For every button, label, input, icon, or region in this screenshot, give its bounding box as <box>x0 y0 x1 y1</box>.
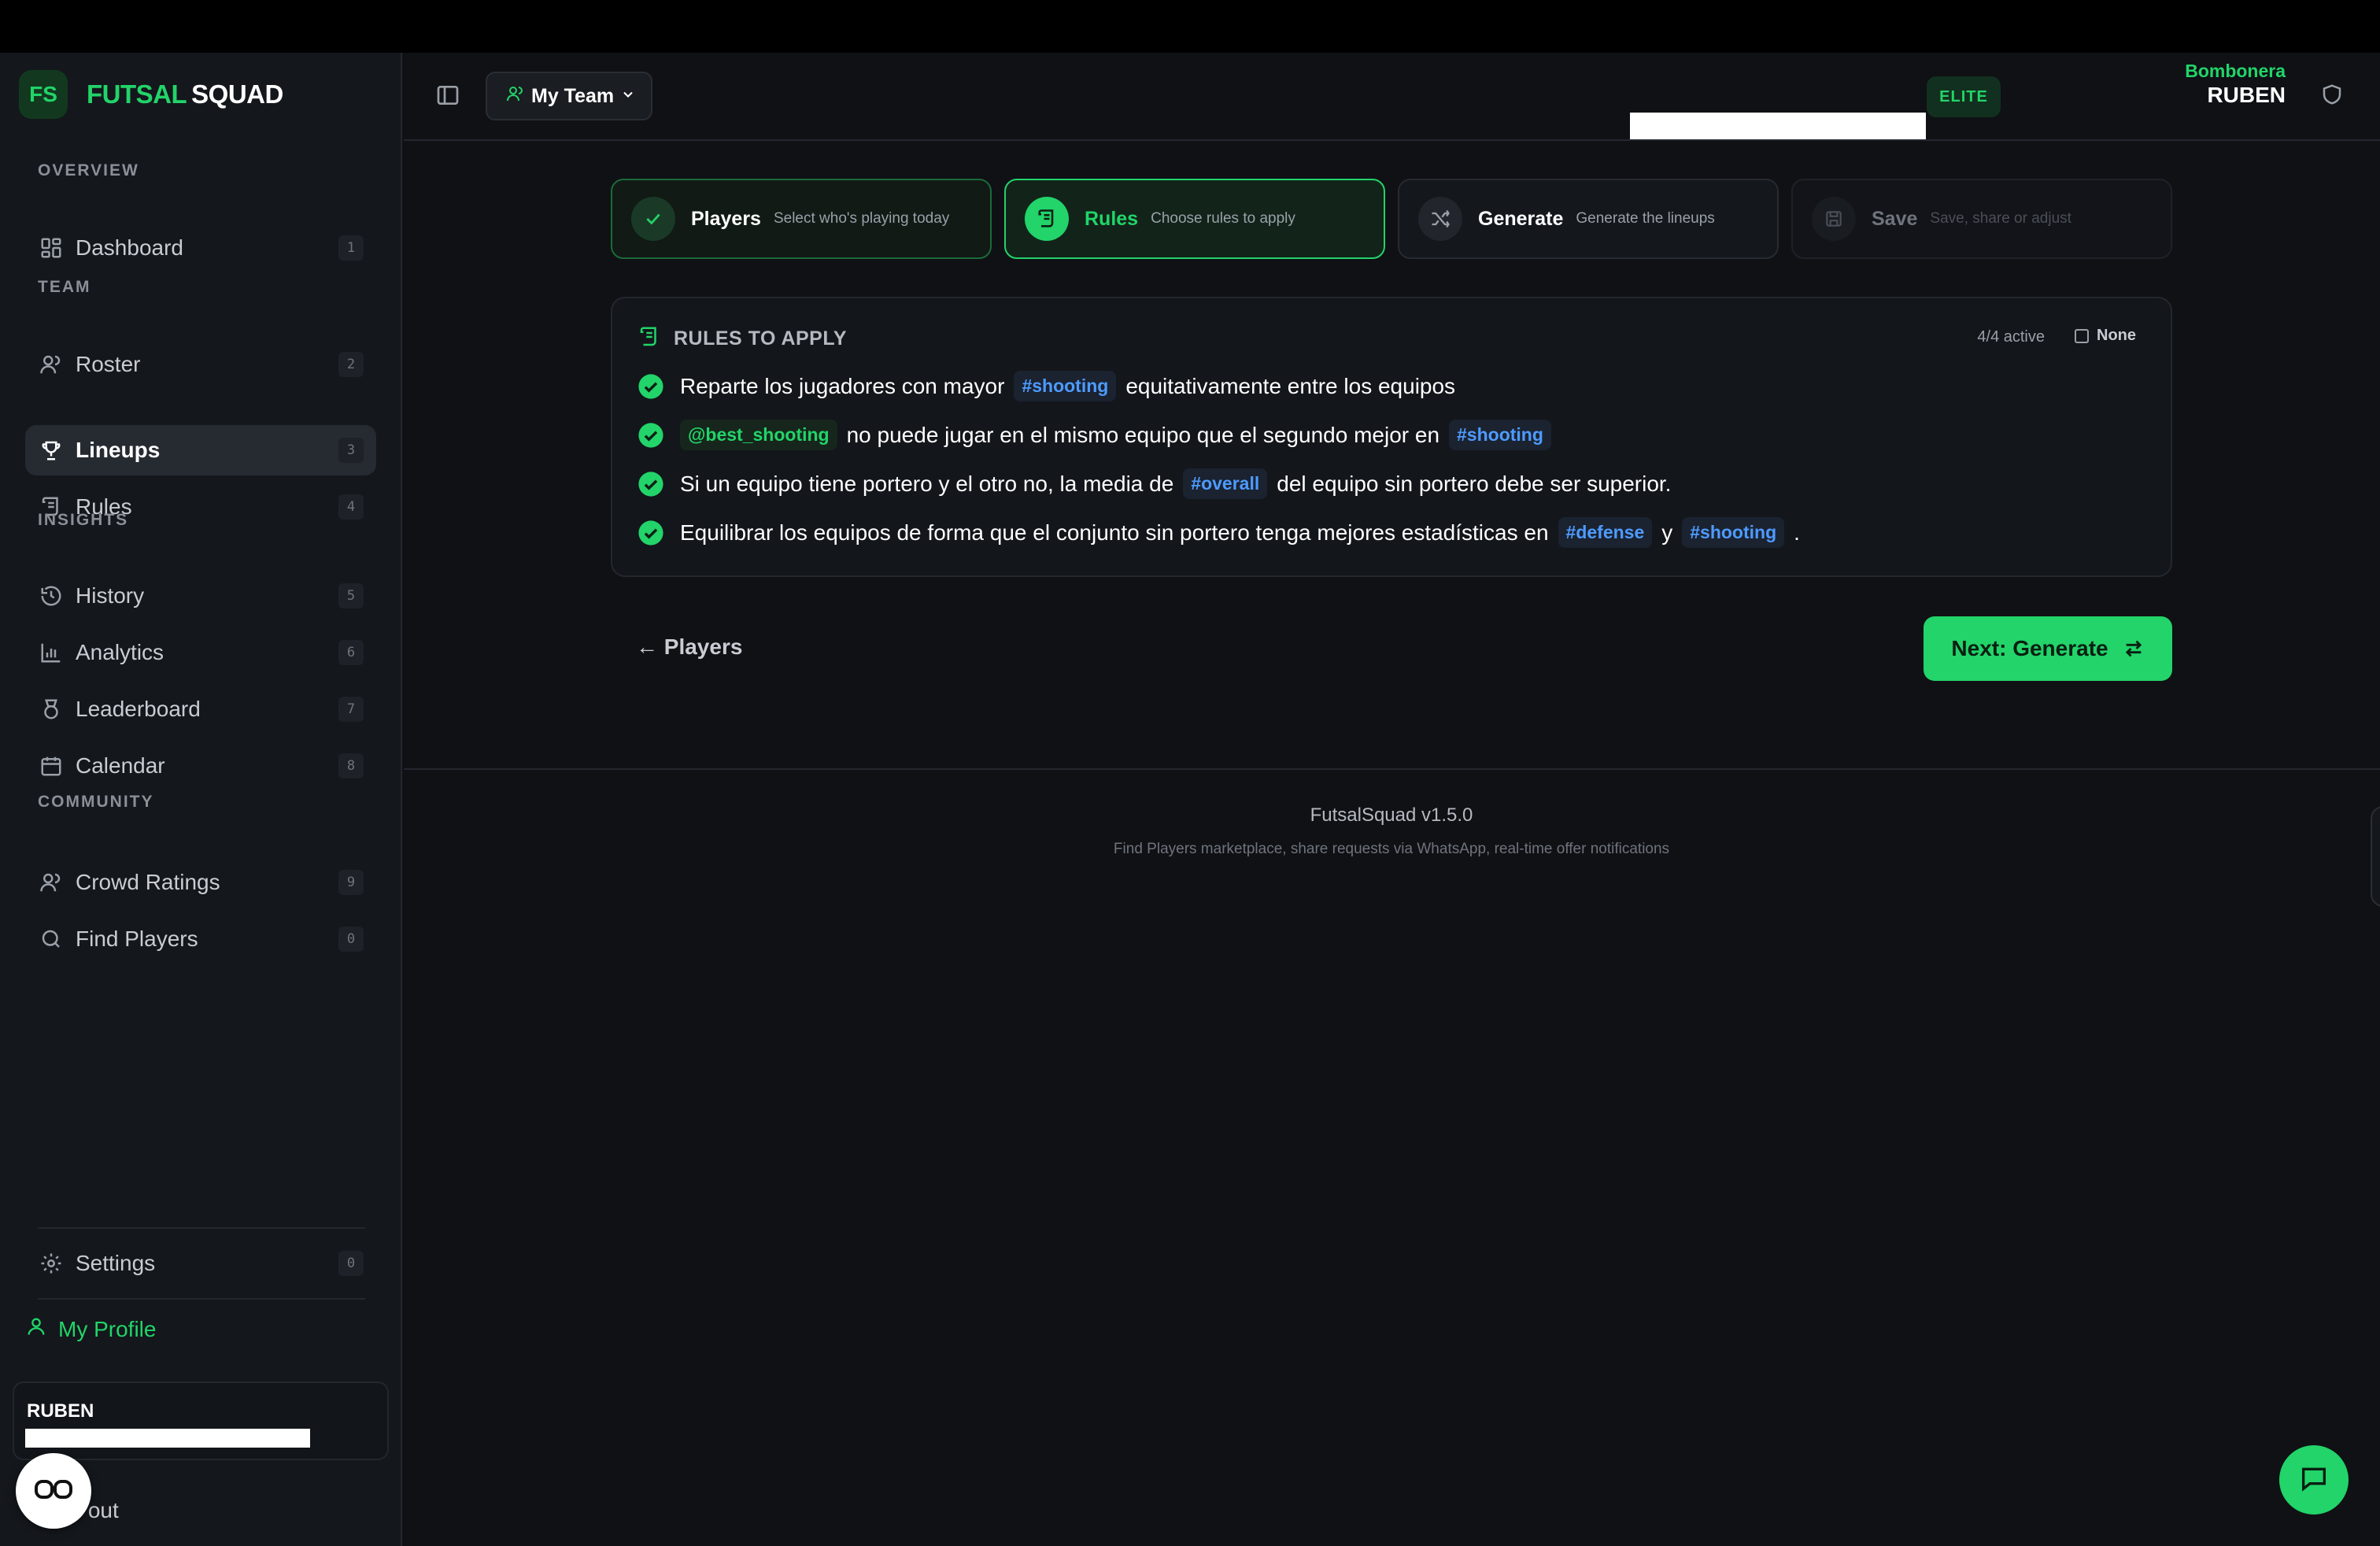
shortcut-badge: 1 <box>338 235 364 261</box>
chat-button[interactable] <box>2279 1445 2349 1515</box>
sidebar-item-find-players[interactable]: Find Players 0 <box>25 914 376 964</box>
sidebar-item-leaderboard[interactable]: Leaderboard 7 <box>25 684 376 734</box>
stat-tag: #shooting <box>1014 371 1117 401</box>
side-drawer-tab[interactable] <box>2371 806 2380 907</box>
user-card[interactable]: RUBEN <box>13 1381 389 1460</box>
check-circle-icon <box>638 471 664 497</box>
sidebar-item-analytics[interactable]: Analytics 6 <box>25 627 376 678</box>
rule-item[interactable]: Si un equipo tiene portero y el otro no,… <box>638 468 1671 499</box>
venue-name: Bombonera <box>2185 61 2286 81</box>
sidebar-item-settings[interactable]: Settings 0 <box>25 1238 376 1289</box>
content-divider <box>404 768 2380 770</box>
redacted-email <box>25 1429 310 1448</box>
user-name: RUBEN <box>27 1400 94 1422</box>
top-black-bar <box>0 0 2380 53</box>
sidebar-item-history[interactable]: History 5 <box>25 571 376 621</box>
redacted-info <box>1630 113 1926 139</box>
sidebar-divider <box>38 1298 365 1300</box>
section-team: TEAM <box>38 278 91 296</box>
medal-icon <box>38 696 65 723</box>
my-profile-link[interactable]: My Profile <box>25 1315 156 1343</box>
header-user-name[interactable]: RUBEN <box>2207 83 2286 108</box>
top-header: My Team ELITE Bombonera RUBEN <box>404 53 2380 141</box>
shortcut-badge: 4 <box>338 494 364 520</box>
select-none-toggle[interactable]: None <box>2075 327 2136 345</box>
save-icon <box>1812 197 1856 241</box>
trophy-icon <box>38 437 65 464</box>
footer-notes: Find Players marketplace, share requests… <box>1113 841 1670 857</box>
shortcut-badge: 0 <box>338 926 364 952</box>
section-insights: INSIGHTS <box>38 511 129 529</box>
shortcut-badge: 7 <box>338 697 364 722</box>
stat-tag: #defense <box>1558 517 1653 548</box>
sidebar-item-dashboard[interactable]: Dashboard 1 <box>25 223 376 273</box>
rule-item[interactable]: Equilibrar los equipos de forma que el c… <box>638 517 1800 548</box>
sidebar-divider <box>38 1227 365 1229</box>
brand-name: FUTSAL SQUAD <box>87 80 283 109</box>
rule-item[interactable]: @best_shooting no puede jugar en el mism… <box>638 420 1561 450</box>
rules-panel: RULES TO APPLY 4/4 active None Reparte l… <box>611 297 2172 577</box>
check-circle-icon <box>638 373 664 400</box>
shortcut-badge: 8 <box>338 753 364 779</box>
shield-icon[interactable] <box>2320 83 2344 110</box>
plan-badge: ELITE <box>1927 76 2001 117</box>
scroll-icon <box>1025 197 1069 241</box>
step-save: Save Save, share or adjust <box>1791 179 2172 259</box>
chat-icon <box>2298 1463 2330 1498</box>
sidebar: FS FUTSAL SQUAD OVERVIEW Dashboard 1 TEAM… <box>0 53 402 1546</box>
shortcut-badge: 5 <box>338 583 364 608</box>
brand[interactable]: FS FUTSAL SQUAD <box>19 70 283 119</box>
rules-panel-header: RULES TO APPLY <box>638 325 847 353</box>
footer-version: FutsalSquad v1.5.0 <box>1310 804 1473 826</box>
sidebar-item-roster[interactable]: Roster 2 <box>25 339 376 390</box>
stat-tag: #shooting <box>1449 420 1551 450</box>
user-icon <box>25 1315 47 1343</box>
sidebar-toggle-icon[interactable] <box>435 83 464 111</box>
stat-tag: #shooting <box>1682 517 1785 548</box>
rule-item[interactable]: Reparte los jugadores con mayor #shootin… <box>638 371 1455 401</box>
users-icon <box>506 84 525 109</box>
step-generate[interactable]: Generate Generate the lineups <box>1398 179 1779 259</box>
search-icon <box>38 926 65 952</box>
shortcut-badge: 9 <box>338 870 364 895</box>
sidebar-item-calendar[interactable]: Calendar 8 <box>25 741 376 791</box>
back-to-players-link[interactable]: ← Players <box>636 634 742 660</box>
shortcut-badge: 3 <box>338 438 364 463</box>
assistant-button[interactable] <box>16 1453 91 1529</box>
shortcut-badge: 0 <box>338 1251 364 1276</box>
shortcut-badge: 2 <box>338 352 364 377</box>
step-players[interactable]: Players Select who's playing today <box>611 179 992 259</box>
rules-panel-title: RULES TO APPLY <box>674 327 848 350</box>
brand-logo: FS <box>19 70 68 119</box>
player-tag: @best_shooting <box>680 420 837 450</box>
bar-chart-icon <box>38 639 65 666</box>
team-selector[interactable]: My Team <box>486 72 652 120</box>
users-icon <box>38 351 65 378</box>
check-circle-icon <box>638 422 664 449</box>
users-icon <box>38 869 65 896</box>
check-icon <box>631 197 675 241</box>
check-circle-icon <box>638 520 664 546</box>
section-overview: OVERVIEW <box>38 161 139 179</box>
gear-icon <box>38 1250 65 1277</box>
stat-tag: #overall <box>1183 468 1268 499</box>
step-rules[interactable]: Rules Choose rules to apply <box>1004 179 1385 259</box>
checkbox-icon <box>2075 328 2089 343</box>
swap-arrows-icon <box>2123 638 2145 660</box>
sidebar-item-lineups[interactable]: Lineups 3 <box>25 425 376 475</box>
scroll-icon <box>638 325 661 353</box>
chevron-down-icon <box>620 85 636 108</box>
dashboard-icon <box>38 235 65 261</box>
shortcut-badge: 6 <box>338 640 364 665</box>
section-community: COMMUNITY <box>38 793 154 811</box>
active-count: 4/4 active <box>1977 328 2045 346</box>
glasses-icon <box>33 1475 74 1507</box>
history-icon <box>38 583 65 609</box>
calendar-icon <box>38 753 65 779</box>
next-generate-button[interactable]: Next: Generate <box>1924 616 2172 681</box>
sidebar-item-crowd-ratings[interactable]: Crowd Ratings 9 <box>25 857 376 908</box>
shuffle-icon <box>1418 197 1462 241</box>
